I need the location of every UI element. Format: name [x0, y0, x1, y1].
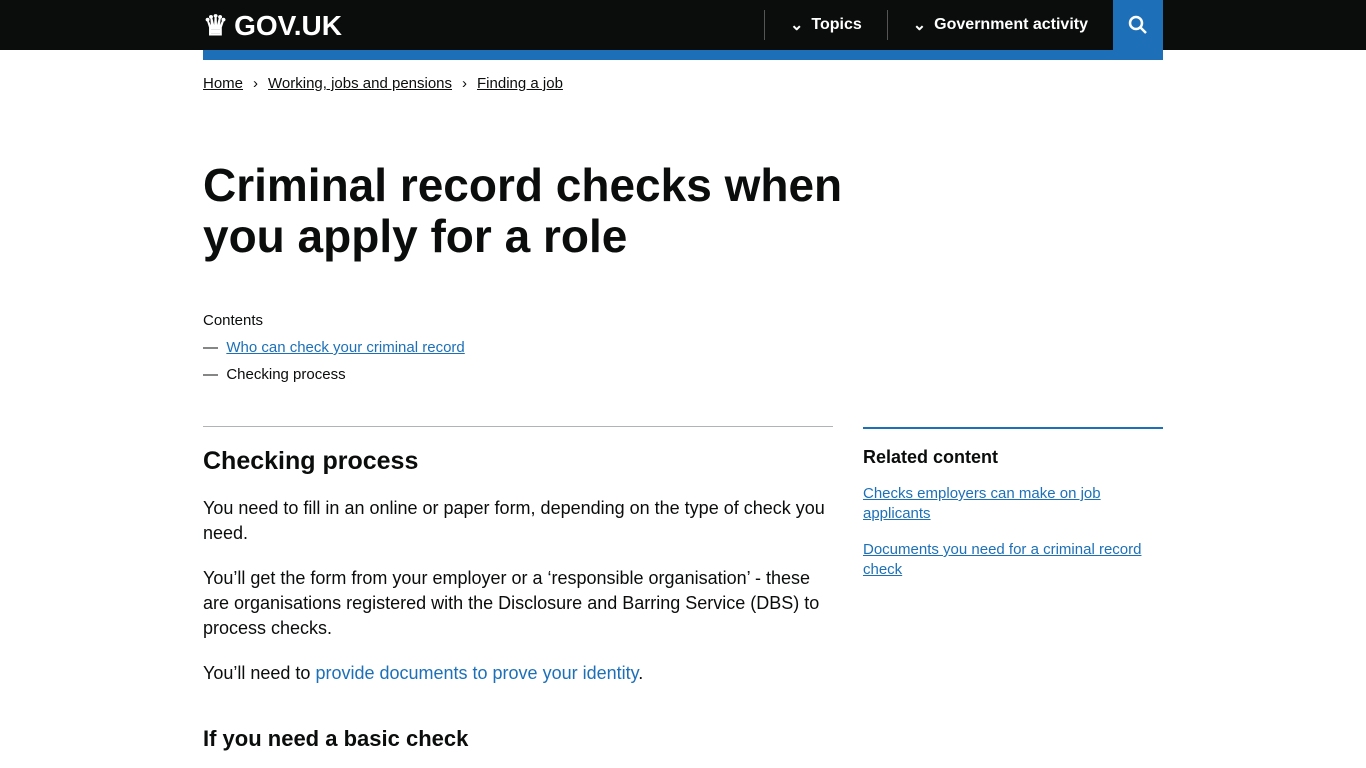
paragraph: You’ll need to provide documents to prov…	[203, 663, 644, 683]
breadcrumb-home[interactable]: Home	[203, 75, 243, 92]
related-heading: Related content	[863, 447, 999, 467]
search-icon	[1128, 15, 1147, 34]
crown-icon: ♛	[203, 10, 229, 41]
chevron-down-icon: ⌄	[912, 17, 927, 34]
govuk-logo[interactable]: ♛ GOV.UK	[203, 9, 342, 42]
subheading: If you need a basic check	[203, 726, 469, 751]
contents-current: Checking process	[226, 366, 346, 383]
chevron-down-icon: ⌄	[789, 17, 804, 34]
nav-topics[interactable]: ⌄ Topics	[763, 10, 887, 40]
identity-documents-link[interactable]: provide documents to prove your identity	[315, 663, 638, 683]
nav-government-activity[interactable]: ⌄ Government activity	[886, 10, 1113, 40]
paragraph: You need to fill in an online or paper f…	[203, 498, 825, 543]
chevron-right-icon: ›	[462, 75, 468, 92]
contents-link-who-can-check[interactable]: Who can check your criminal record	[226, 339, 464, 356]
section-heading: Checking process	[203, 447, 419, 475]
header-accent-bar	[203, 50, 1163, 60]
header: ♛ GOV.UK ⌄ Topics ⌄ Government activity	[0, 0, 1366, 50]
search-button[interactable]	[1113, 0, 1163, 50]
breadcrumb-working[interactable]: Working, jobs and pensions	[268, 75, 452, 92]
paragraph: You’ll get the form from your employer o…	[203, 568, 820, 638]
related-link[interactable]: Documents you need for a criminal record…	[863, 540, 1163, 580]
contents-list: Contents — Who can check your criminal r…	[203, 312, 465, 383]
contents-label: Contents	[203, 312, 264, 329]
breadcrumb: Home › Working, jobs and pensions › Findin…	[203, 75, 563, 92]
related-link[interactable]: Checks employers can make on job applica…	[863, 484, 1163, 524]
page-title: Criminal record checks when you apply fo…	[203, 159, 843, 262]
main-content: Checking process You need to fill in an …	[203, 426, 833, 752]
chevron-right-icon: ›	[253, 75, 259, 92]
related-content: Related content Checks employers can mak…	[863, 427, 1163, 596]
breadcrumb-finding-job[interactable]: Finding a job	[477, 75, 563, 92]
